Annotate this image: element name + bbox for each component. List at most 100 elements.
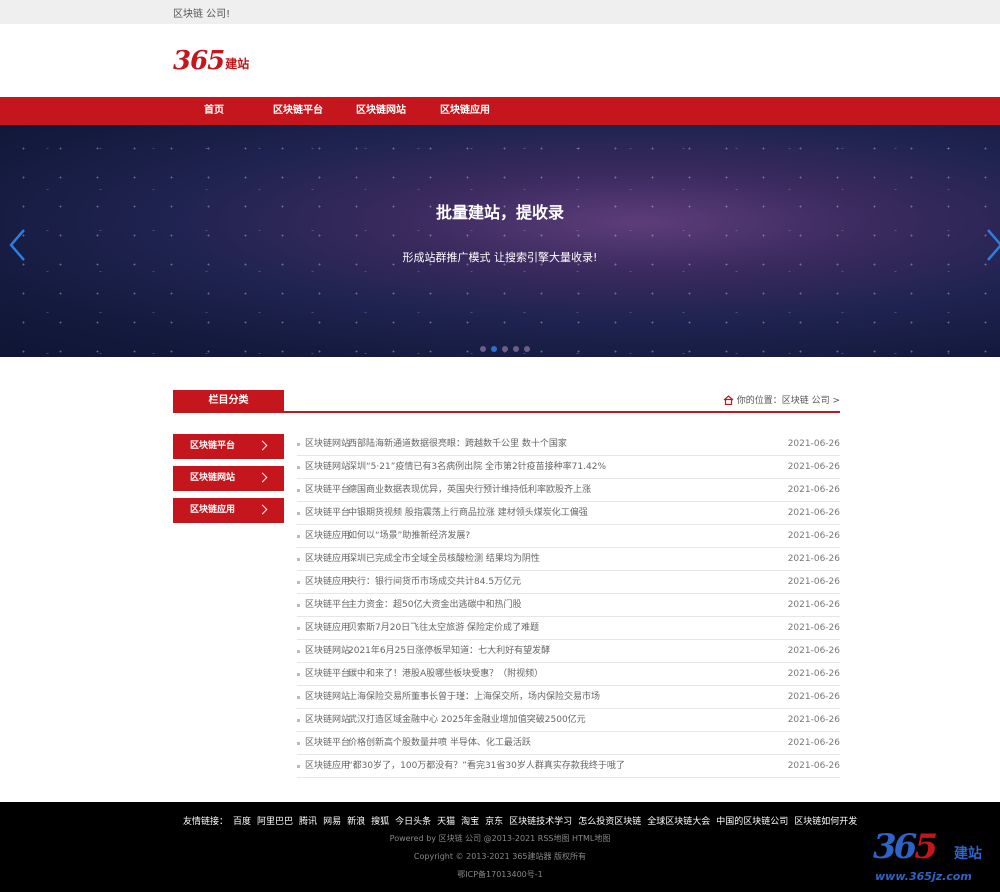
friend-link[interactable]: 新浪 [347, 814, 365, 827]
friend-link[interactable]: 腾讯 [299, 814, 317, 827]
news-title[interactable]: 主力资金：超50亿大资金出逃碳中和热门股 [348, 594, 521, 616]
news-row[interactable]: 区块链应用 央行：银行间货币市场成交共计84.5万亿元 2021-06-26 [297, 571, 840, 594]
news-category[interactable]: 区块链应用 [305, 617, 350, 639]
news-row[interactable]: 区块链网站 武汉打造区域金融中心 2025年金融业增加值突破2500亿元 2021-… [297, 709, 840, 732]
main-nav: 首页 区块链平台 区块链网站 区块链应用 [0, 97, 1000, 125]
news-title[interactable]: 如何以“场景”助推新经济发展? [348, 525, 470, 547]
news-row[interactable]: 区块链应用 深圳已完成全市全域全员核酸检测 结果均为阴性 2021-06-26 [297, 548, 840, 571]
logo-text: 建站 [225, 57, 250, 71]
slide-dot[interactable] [513, 346, 519, 352]
news-category[interactable]: 区块链应用 [305, 525, 350, 547]
friend-link[interactable]: 区块链如何开发 [794, 814, 857, 827]
chevron-right-icon [257, 472, 268, 483]
friend-link[interactable]: 今日头条 [395, 814, 431, 827]
friend-link[interactable]: 中国的区块链公司 [716, 814, 788, 827]
corner-logo-number: 365 [873, 827, 938, 867]
chevron-left-icon[interactable] [6, 227, 32, 263]
news-row[interactable]: 区块链平台 中银期货视频 股指震荡上行商品拉涨 建材领头煤炭化工偏强 2021-06… [297, 502, 840, 525]
nav-item-website[interactable]: 区块链网站 [356, 97, 406, 125]
news-category[interactable]: 区块链平台 [305, 594, 350, 616]
news-row[interactable]: 区块链应用 “都30岁了，100万都没有？”看完31省30岁人群真实存款我终于哦了… [297, 755, 840, 778]
bullet-icon [297, 673, 300, 676]
news-category[interactable]: 区块链应用 [305, 755, 350, 777]
bullet-icon [297, 604, 300, 607]
powered-by-text: Powered by 区块链 公司 @2013-2021 RSS地图 HTML地… [389, 834, 611, 843]
icp-text[interactable]: 鄂ICP备17013400号-1 [0, 869, 1000, 880]
breadcrumb: 你的位置：区块链 公司 > [723, 393, 840, 406]
slide-dot[interactable] [480, 346, 486, 352]
sidebar-item-label: 区块链网站 [190, 473, 236, 483]
friend-link[interactable]: 网易 [323, 814, 341, 827]
sidebar-item-website[interactable]: 区块链网站 [173, 466, 284, 491]
friend-link[interactable]: 天猫 [437, 814, 455, 827]
friend-link[interactable]: 区块链技术学习 [509, 814, 572, 827]
breadcrumb-text[interactable]: 你的位置：区块链 公司 > [737, 393, 840, 406]
news-row[interactable]: 区块链平台 德国商业数据表现优异，英国央行预计维持低利率欧股齐上涨 2021-06-… [297, 479, 840, 502]
news-date: 2021-06-26 [787, 508, 840, 518]
friend-link[interactable]: 京东 [485, 814, 503, 827]
site-logo[interactable]: 365 建站 [173, 44, 249, 74]
news-title[interactable]: 武汉打造区域金融中心 2025年金融业增加值突破2500亿元 [348, 709, 586, 731]
bullet-icon [297, 765, 300, 768]
news-title[interactable]: 央行：银行间货币市场成交共计84.5万亿元 [348, 571, 521, 593]
copyright-text: Copyright © 2013-2021 365建站器 版权所有 [413, 852, 587, 861]
home-icon [723, 394, 734, 405]
news-date: 2021-06-26 [787, 462, 840, 472]
news-title[interactable]: 德国商业数据表现优异，英国央行预计维持低利率欧股齐上涨 [348, 479, 591, 501]
nav-item-application[interactable]: 区块链应用 [440, 97, 490, 125]
slide-dot[interactable] [502, 346, 508, 352]
news-title[interactable]: “都30岁了，100万都没有？”看完31省30岁人群真实存款我终于哦了 [348, 755, 625, 777]
news-row[interactable]: 区块链平台 碳中和来了！港股A股哪些板块受惠？（附视频） 2021-06-26 [297, 663, 840, 686]
news-title[interactable]: 中银期货视频 股指震荡上行商品拉涨 建材领头煤炭化工偏强 [348, 502, 588, 524]
news-title[interactable]: 西部陆海新通道数据很亮眼：跨越数千公里 数十个国家 [348, 433, 567, 455]
news-row[interactable]: 区块链网站 深圳“5·21”疫情已有3名病例出院 全市第2针疫苗接种率71.42%… [297, 456, 840, 479]
news-row[interactable]: 区块链应用 贝索斯7月20日飞往太空旅游 保险定价成了难题 2021-06-26 [297, 617, 840, 640]
friend-link[interactable]: 怎么投资区块链 [578, 814, 641, 827]
news-date: 2021-06-26 [787, 439, 840, 449]
news-category[interactable]: 区块链网站 [305, 433, 350, 455]
friend-link[interactable]: 淘宝 [461, 814, 479, 827]
bullet-icon [297, 696, 300, 699]
friend-link[interactable]: 百度 [233, 814, 251, 827]
news-row[interactable]: 区块链网站 西部陆海新通道数据很亮眼：跨越数千公里 数十个国家 2021-06-26 [297, 433, 840, 456]
friend-link[interactable]: 全球区块链大会 [647, 814, 710, 827]
news-date: 2021-06-26 [787, 738, 840, 748]
news-row[interactable]: 区块链网站 2021年6月25日涨停板早知道：七大利好有望发酵 2021-06-26 [297, 640, 840, 663]
friend-link[interactable]: 搜狐 [371, 814, 389, 827]
news-title[interactable]: 上海保险交易所董事长曾于瑾：上海保交所，场内保险交易市场 [348, 686, 600, 708]
news-title[interactable]: 深圳已完成全市全域全员核酸检测 结果均为阴性 [348, 548, 540, 570]
news-category[interactable]: 区块链网站 [305, 640, 350, 662]
sidebar-item-platform[interactable]: 区块链平台 [173, 434, 284, 459]
news-title[interactable]: 深圳“5·21”疫情已有3名病例出院 全市第2针疫苗接种率71.42% [348, 456, 606, 478]
news-category[interactable]: 区块链网站 [305, 686, 350, 708]
news-date: 2021-06-26 [787, 669, 840, 679]
news-category[interactable]: 区块链应用 [305, 548, 350, 570]
news-title[interactable]: 2021年6月25日涨停板早知道：七大利好有望发酵 [348, 640, 550, 662]
nav-item-home[interactable]: 首页 [204, 97, 224, 125]
news-category[interactable]: 区块链平台 [305, 479, 350, 501]
news-title[interactable]: 碳中和来了！港股A股哪些板块受惠？（附视频） [348, 663, 543, 685]
news-row[interactable]: 区块链平台 价格创新高个股数量井喷 半导体、化工最活跃 2021-06-26 [297, 732, 840, 755]
bullet-icon [297, 719, 300, 722]
news-title[interactable]: 价格创新高个股数量井喷 半导体、化工最活跃 [348, 732, 531, 754]
bullet-icon [297, 627, 300, 630]
nav-item-platform[interactable]: 区块链平台 [273, 97, 323, 125]
news-row[interactable]: 区块链应用 如何以“场景”助推新经济发展? 2021-06-26 [297, 525, 840, 548]
news-row[interactable]: 区块链平台 主力资金：超50亿大资金出逃碳中和热门股 2021-06-26 [297, 594, 840, 617]
friend-link[interactable]: 阿里巴巴 [257, 814, 293, 827]
news-category[interactable]: 区块链平台 [305, 663, 350, 685]
sidebar-item-application[interactable]: 区块链应用 [173, 498, 284, 523]
news-category[interactable]: 区块链网站 [305, 709, 350, 731]
news-title[interactable]: 贝索斯7月20日飞往太空旅游 保险定价成了难题 [348, 617, 539, 639]
bullet-icon [297, 558, 300, 561]
slide-dot[interactable] [524, 346, 530, 352]
news-row[interactable]: 区块链网站 上海保险交易所董事长曾于瑾：上海保交所，场内保险交易市场 2021-06… [297, 686, 840, 709]
chevron-right-icon[interactable] [982, 227, 1000, 263]
news-category[interactable]: 区块链平台 [305, 502, 350, 524]
corner-logo-url: www.365jz.com [875, 870, 972, 883]
news-category[interactable]: 区块链平台 [305, 732, 350, 754]
news-category[interactable]: 区块链网站 [305, 456, 350, 478]
news-date: 2021-06-26 [787, 646, 840, 656]
news-category[interactable]: 区块链应用 [305, 571, 350, 593]
slide-dot[interactable] [491, 346, 497, 352]
